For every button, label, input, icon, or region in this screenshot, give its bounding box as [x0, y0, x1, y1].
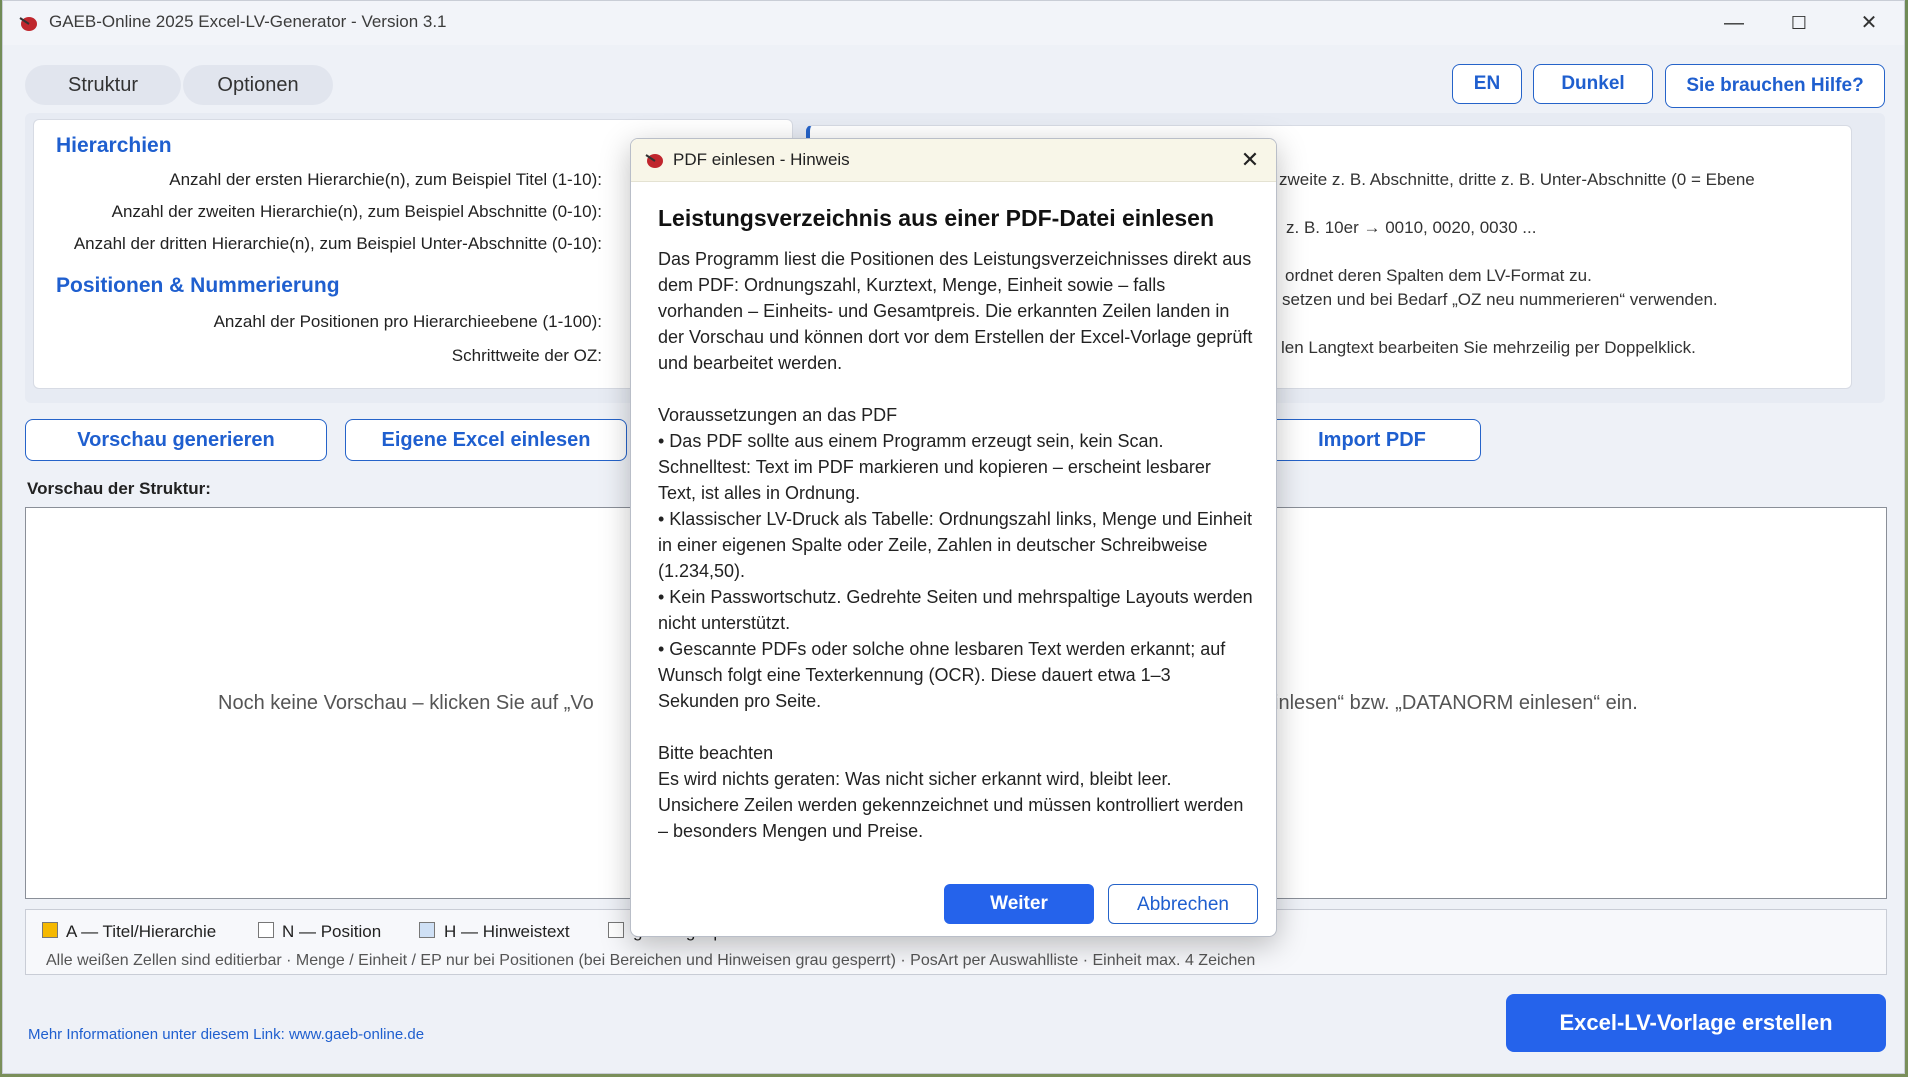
- dialog-close-icon[interactable]: ✕: [1236, 146, 1264, 174]
- pdf-hint-dialog: PDF einlesen - Hinweis ✕ Leistungsverzei…: [630, 138, 1277, 937]
- modal-overlay: PDF einlesen - Hinweis ✕ Leistungsverzei…: [0, 0, 1908, 1077]
- dialog-heading: Leistungsverzeichnis aus einer PDF-Datei…: [658, 205, 1215, 231]
- dialog-body: Leistungsverzeichnis aus einer PDF-Datei…: [658, 205, 1253, 844]
- requirements-title: Voraussetzungen an das PDF: [658, 405, 898, 425]
- note-title: Bitte beachten: [658, 743, 774, 763]
- dialog-title-bar: PDF einlesen - Hinweis ✕: [631, 139, 1276, 182]
- requirement-item: • Gescannte PDFs oder solche ohne lesbar…: [658, 639, 1226, 711]
- requirement-item: • Klassischer LV-Druck als Tabelle: Ordn…: [658, 509, 1252, 581]
- continue-button[interactable]: Weiter: [944, 884, 1094, 924]
- dialog-title: PDF einlesen - Hinweis: [673, 150, 850, 169]
- cancel-button[interactable]: Abbrechen: [1108, 884, 1258, 924]
- app-logo-icon: [645, 154, 663, 168]
- requirement-item: • Kein Passwortschutz. Gedrehte Seiten u…: [658, 587, 1253, 633]
- dialog-intro: Das Programm liest die Positionen des Le…: [658, 249, 1253, 373]
- requirement-item: • Das PDF sollte aus einem Programm erze…: [658, 431, 1211, 503]
- note-text: Es wird nichts geraten: Was nicht sicher…: [658, 769, 1244, 841]
